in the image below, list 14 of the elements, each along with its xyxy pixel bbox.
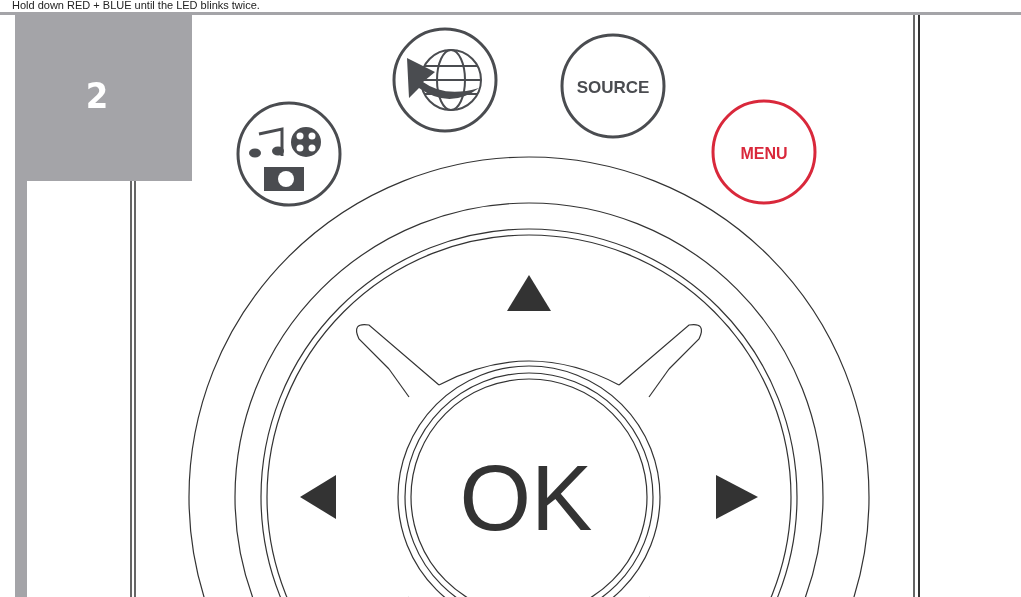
step-badge: 2 [27, 15, 192, 181]
remote-button[interactable] [236, 101, 342, 207]
globe-arrow-icon [407, 49, 482, 111]
remote-button[interactable]: MENU [711, 99, 817, 205]
media-icon [249, 127, 321, 191]
remote-button[interactable]: SOURCE [560, 33, 666, 139]
up-arrow-icon[interactable] [507, 275, 551, 311]
remote-button[interactable] [392, 27, 498, 133]
ok-button[interactable]: OK [397, 365, 661, 597]
instruction-text: Hold down RED + BLUE until the LED blinks twice. [11, 0, 261, 11]
left-arrow-icon[interactable] [300, 475, 336, 519]
right-arrow-icon[interactable] [716, 475, 758, 519]
button-label: MENU [740, 145, 788, 162]
button-label: SOURCE [576, 78, 650, 97]
